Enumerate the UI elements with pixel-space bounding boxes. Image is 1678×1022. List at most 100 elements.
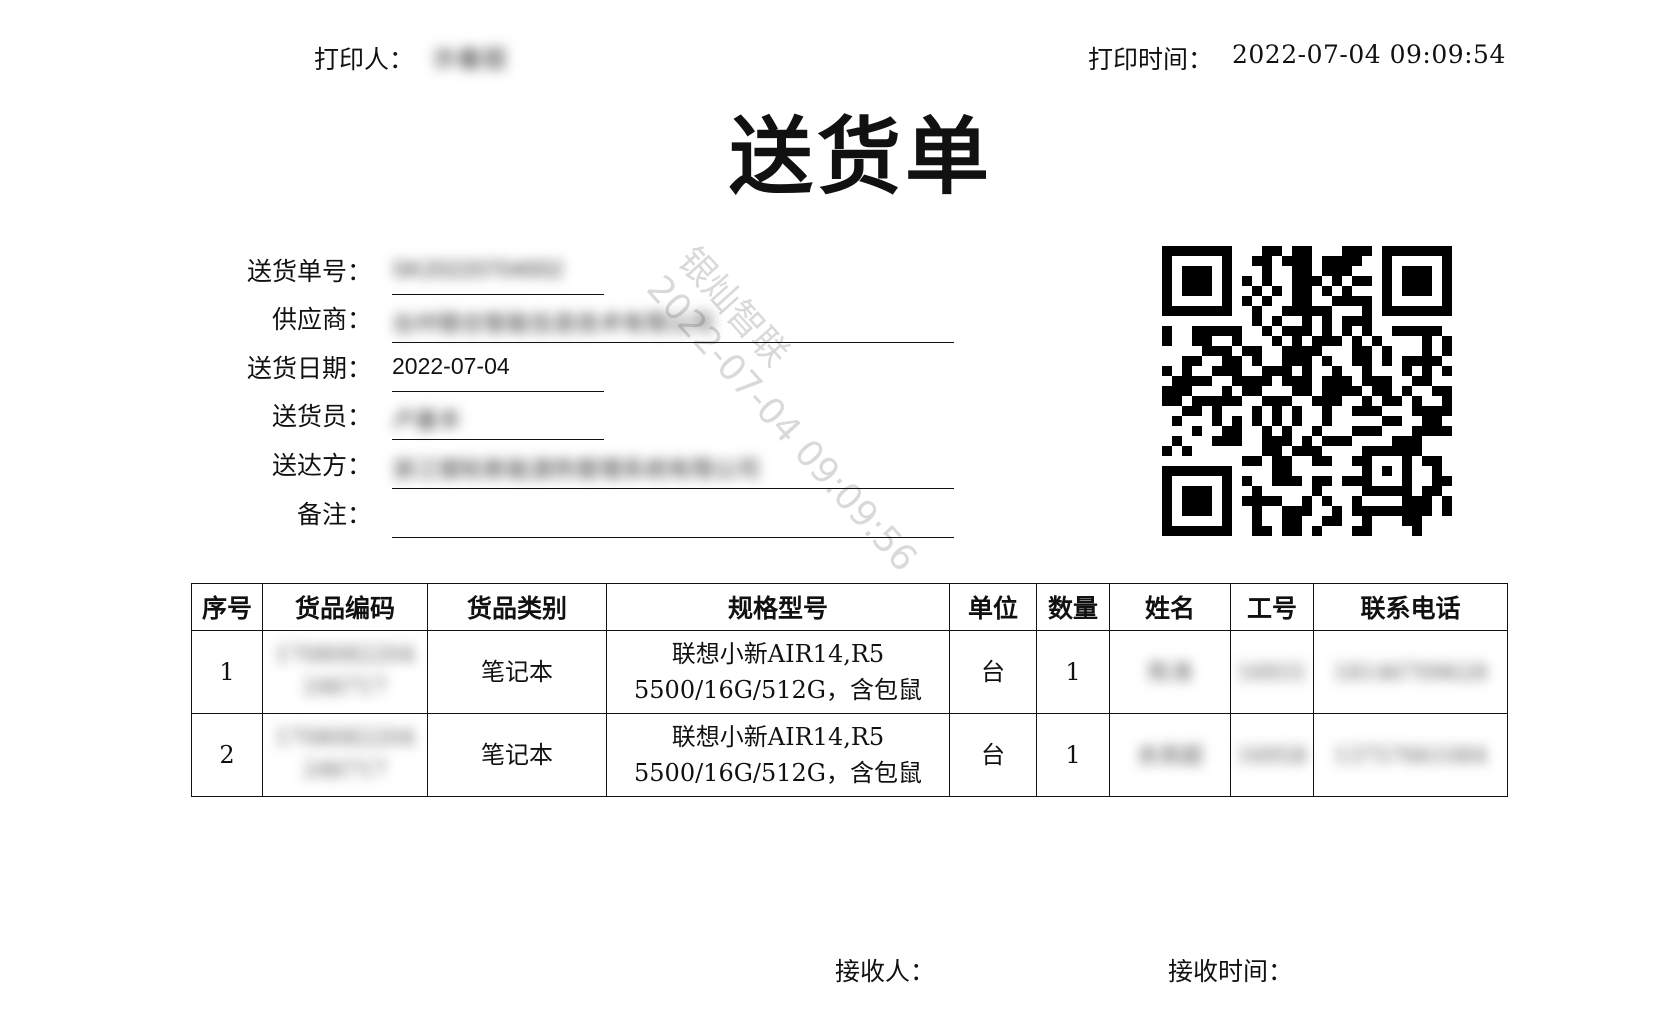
qr-module xyxy=(1432,426,1442,436)
qr-module xyxy=(1322,306,1332,316)
qr-module xyxy=(1362,376,1372,386)
qr-module xyxy=(1412,446,1422,456)
qr-module xyxy=(1202,346,1212,356)
qr-module xyxy=(1422,376,1432,386)
qr-module xyxy=(1252,496,1262,506)
qr-module xyxy=(1402,436,1412,446)
qr-module xyxy=(1192,376,1202,386)
table-row: 2 1708082204246717 笔记本 联想小新AIR14,R5 5500… xyxy=(191,713,1508,797)
qr-module xyxy=(1272,436,1282,446)
col-header-phone: 联系电话 xyxy=(1313,583,1508,631)
cell-phone: 18146709628 xyxy=(1313,630,1508,714)
qr-module xyxy=(1232,356,1242,366)
qr-module xyxy=(1322,436,1332,446)
printed-by-label: 打印人： xyxy=(314,45,415,74)
qr-module xyxy=(1332,386,1342,396)
qr-module xyxy=(1162,246,1172,256)
qr-module xyxy=(1242,276,1252,286)
qr-module xyxy=(1442,336,1452,346)
remark-field xyxy=(392,495,954,539)
qr-module xyxy=(1302,386,1312,396)
qr-module xyxy=(1342,476,1352,486)
qr-module xyxy=(1392,446,1402,456)
qr-module xyxy=(1382,256,1392,266)
qr-module xyxy=(1442,496,1452,506)
qr-module xyxy=(1202,266,1212,276)
qr-module xyxy=(1432,466,1442,476)
qr-module xyxy=(1272,466,1282,476)
qr-module xyxy=(1332,376,1342,386)
qr-module xyxy=(1202,466,1212,476)
col-header-emp-id: 工号 xyxy=(1230,583,1314,631)
qr-module xyxy=(1412,526,1422,536)
qr-module xyxy=(1222,356,1232,366)
qr-module xyxy=(1432,246,1442,256)
qr-module xyxy=(1182,446,1192,456)
qr-module xyxy=(1362,506,1372,516)
qr-module xyxy=(1402,386,1412,396)
cell-unit: 台 xyxy=(949,713,1037,797)
qr-module xyxy=(1182,266,1192,276)
qr-module xyxy=(1162,266,1172,276)
qr-module xyxy=(1222,256,1232,266)
qr-module xyxy=(1262,266,1272,276)
qr-module xyxy=(1222,296,1232,306)
qr-module xyxy=(1292,526,1302,536)
qr-module xyxy=(1162,296,1172,306)
qr-module xyxy=(1232,376,1242,386)
qr-module xyxy=(1182,366,1192,376)
cell-no: 2 xyxy=(191,713,263,797)
qr-module xyxy=(1422,366,1432,376)
qr-module xyxy=(1332,296,1342,306)
date-label-wrap: 送货日期： xyxy=(222,349,372,393)
qr-module xyxy=(1402,476,1412,486)
qr-module xyxy=(1342,246,1352,256)
qr-module xyxy=(1392,416,1402,426)
qr-module xyxy=(1412,266,1422,276)
qr-module xyxy=(1252,386,1262,396)
qr-module xyxy=(1422,406,1432,416)
qr-module xyxy=(1412,496,1422,506)
qr-module xyxy=(1162,336,1172,346)
qr-module xyxy=(1352,336,1362,346)
qr-module xyxy=(1292,326,1302,336)
recipient-label: 送达方： xyxy=(271,451,372,480)
qr-module xyxy=(1162,276,1172,286)
cell-emp-id: 16931 xyxy=(1230,630,1314,714)
qr-module xyxy=(1182,466,1192,476)
qr-module xyxy=(1362,526,1372,536)
qr-module xyxy=(1282,356,1292,366)
receiver-label: 接收人： xyxy=(835,957,936,986)
qr-module xyxy=(1302,276,1312,286)
qr-module xyxy=(1432,406,1442,416)
qr-module xyxy=(1302,296,1312,306)
qr-module xyxy=(1172,436,1182,446)
qr-module xyxy=(1262,326,1272,336)
qr-module xyxy=(1252,516,1262,526)
qr-module xyxy=(1192,396,1202,406)
qr-module xyxy=(1242,476,1252,486)
supplier-underline xyxy=(392,342,954,343)
qr-module xyxy=(1422,346,1432,356)
qr-module xyxy=(1292,266,1302,276)
qr-module xyxy=(1212,466,1222,476)
qr-module xyxy=(1322,406,1332,416)
cell-name-text: 余其超 xyxy=(1136,744,1203,769)
cell-emp-id-text: 16958 xyxy=(1237,744,1307,769)
qr-module xyxy=(1302,356,1312,366)
qr-module xyxy=(1292,306,1302,316)
qr-module xyxy=(1362,406,1372,416)
qr-module xyxy=(1182,486,1192,496)
qr-module xyxy=(1382,466,1392,476)
qr-module xyxy=(1312,396,1322,406)
qr-module xyxy=(1172,526,1182,536)
cell-spec-line1: 联想小新AIR14,R5 xyxy=(671,723,885,751)
qr-module xyxy=(1172,396,1182,406)
qr-module xyxy=(1192,326,1202,336)
qr-module xyxy=(1292,516,1302,526)
qr-module xyxy=(1272,446,1282,456)
qr-module xyxy=(1262,276,1272,286)
qr-module xyxy=(1222,526,1232,536)
qr-module xyxy=(1282,476,1292,486)
qr-module xyxy=(1272,336,1282,346)
